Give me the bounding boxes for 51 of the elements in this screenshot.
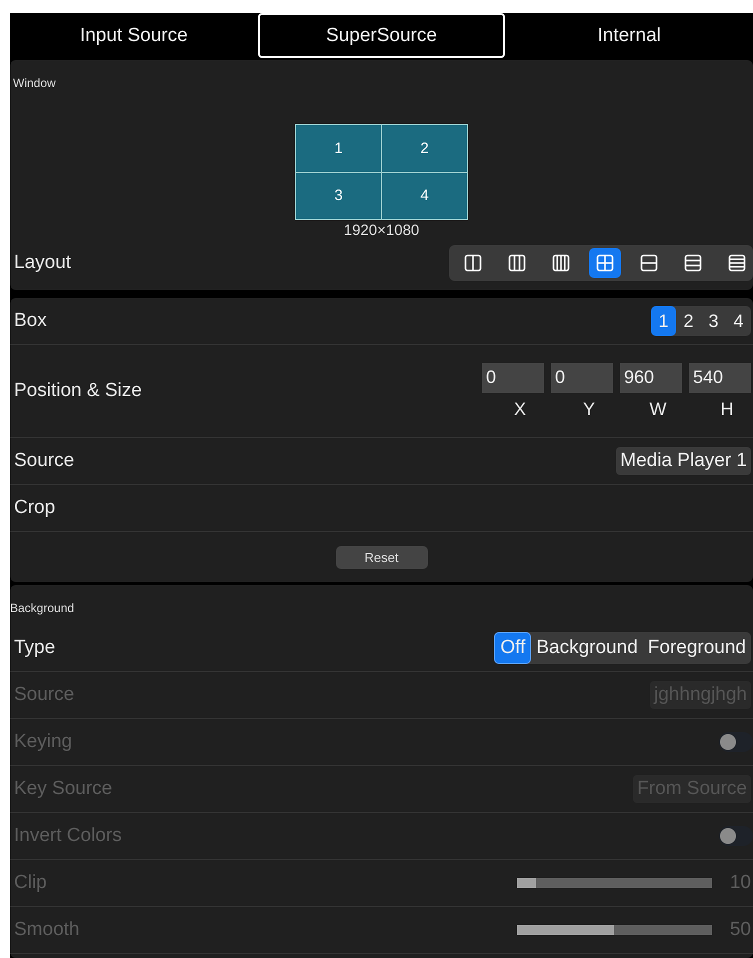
number-field[interactable]: 0 <box>482 362 544 392</box>
slider-value: 10 <box>730 872 751 894</box>
resolution-label: 1920×1080 <box>342 222 420 239</box>
layout-icon <box>640 254 658 272</box>
type-option[interactable]: Off <box>494 632 532 664</box>
type-option[interactable]: Background <box>531 632 643 664</box>
row-label: Invert Colors <box>13 825 122 847</box>
box-option[interactable]: 4 <box>726 306 751 336</box>
field-label: X <box>512 398 526 420</box>
layout-icon <box>684 254 702 272</box>
box-option[interactable]: 2 <box>676 306 701 336</box>
layout-icon <box>728 254 746 272</box>
layout-icon <box>552 254 570 272</box>
number-field[interactable]: 960 <box>620 362 682 392</box>
section-title: Background <box>10 600 76 617</box>
box-option[interactable]: 3 <box>701 306 726 336</box>
row-label: Box <box>13 310 47 332</box>
layout-button[interactable] <box>589 248 621 278</box>
tab[interactable]: Internal <box>505 13 753 58</box>
row-label: Layout <box>13 252 72 274</box>
row-label: Source <box>13 450 74 472</box>
slider-value: 50 <box>730 919 751 941</box>
row-label: Keying <box>13 731 72 753</box>
field-label: Y <box>582 398 595 420</box>
grid-cell[interactable]: 3 <box>296 172 381 219</box>
tab[interactable]: SuperSource <box>258 13 506 58</box>
source-select[interactable]: Media Player 1 <box>616 447 751 475</box>
row-label: Crop <box>13 497 56 519</box>
tab[interactable]: Input Source <box>10 13 258 58</box>
row-label: Source <box>13 684 74 706</box>
number-field[interactable]: 540 <box>689 362 751 392</box>
slider-track[interactable] <box>516 925 712 935</box>
slider-track[interactable] <box>516 878 712 888</box>
row-label: Type <box>13 637 56 659</box>
grid-cell[interactable]: 2 <box>382 125 467 172</box>
type-option[interactable]: Foreground <box>642 632 751 664</box>
row-label: Smooth <box>13 919 80 941</box>
layout-icon <box>596 254 614 272</box>
grid-cell[interactable]: 1 <box>296 125 381 172</box>
grid-cell[interactable]: 4 <box>382 172 467 219</box>
number-field[interactable]: 0 <box>551 362 613 392</box>
row-label: Position & Size <box>13 380 142 402</box>
layout-icon <box>508 254 526 272</box>
row-label: Key Source <box>13 778 112 800</box>
field-label: W <box>648 398 666 420</box>
reset-button[interactable]: Reset <box>336 546 428 568</box>
layout-icon <box>464 254 482 272</box>
field-label: H <box>720 398 734 420</box>
section-title: Window <box>12 75 57 90</box>
box-option[interactable]: 1 <box>651 306 676 336</box>
row-label: Clip <box>13 872 47 894</box>
